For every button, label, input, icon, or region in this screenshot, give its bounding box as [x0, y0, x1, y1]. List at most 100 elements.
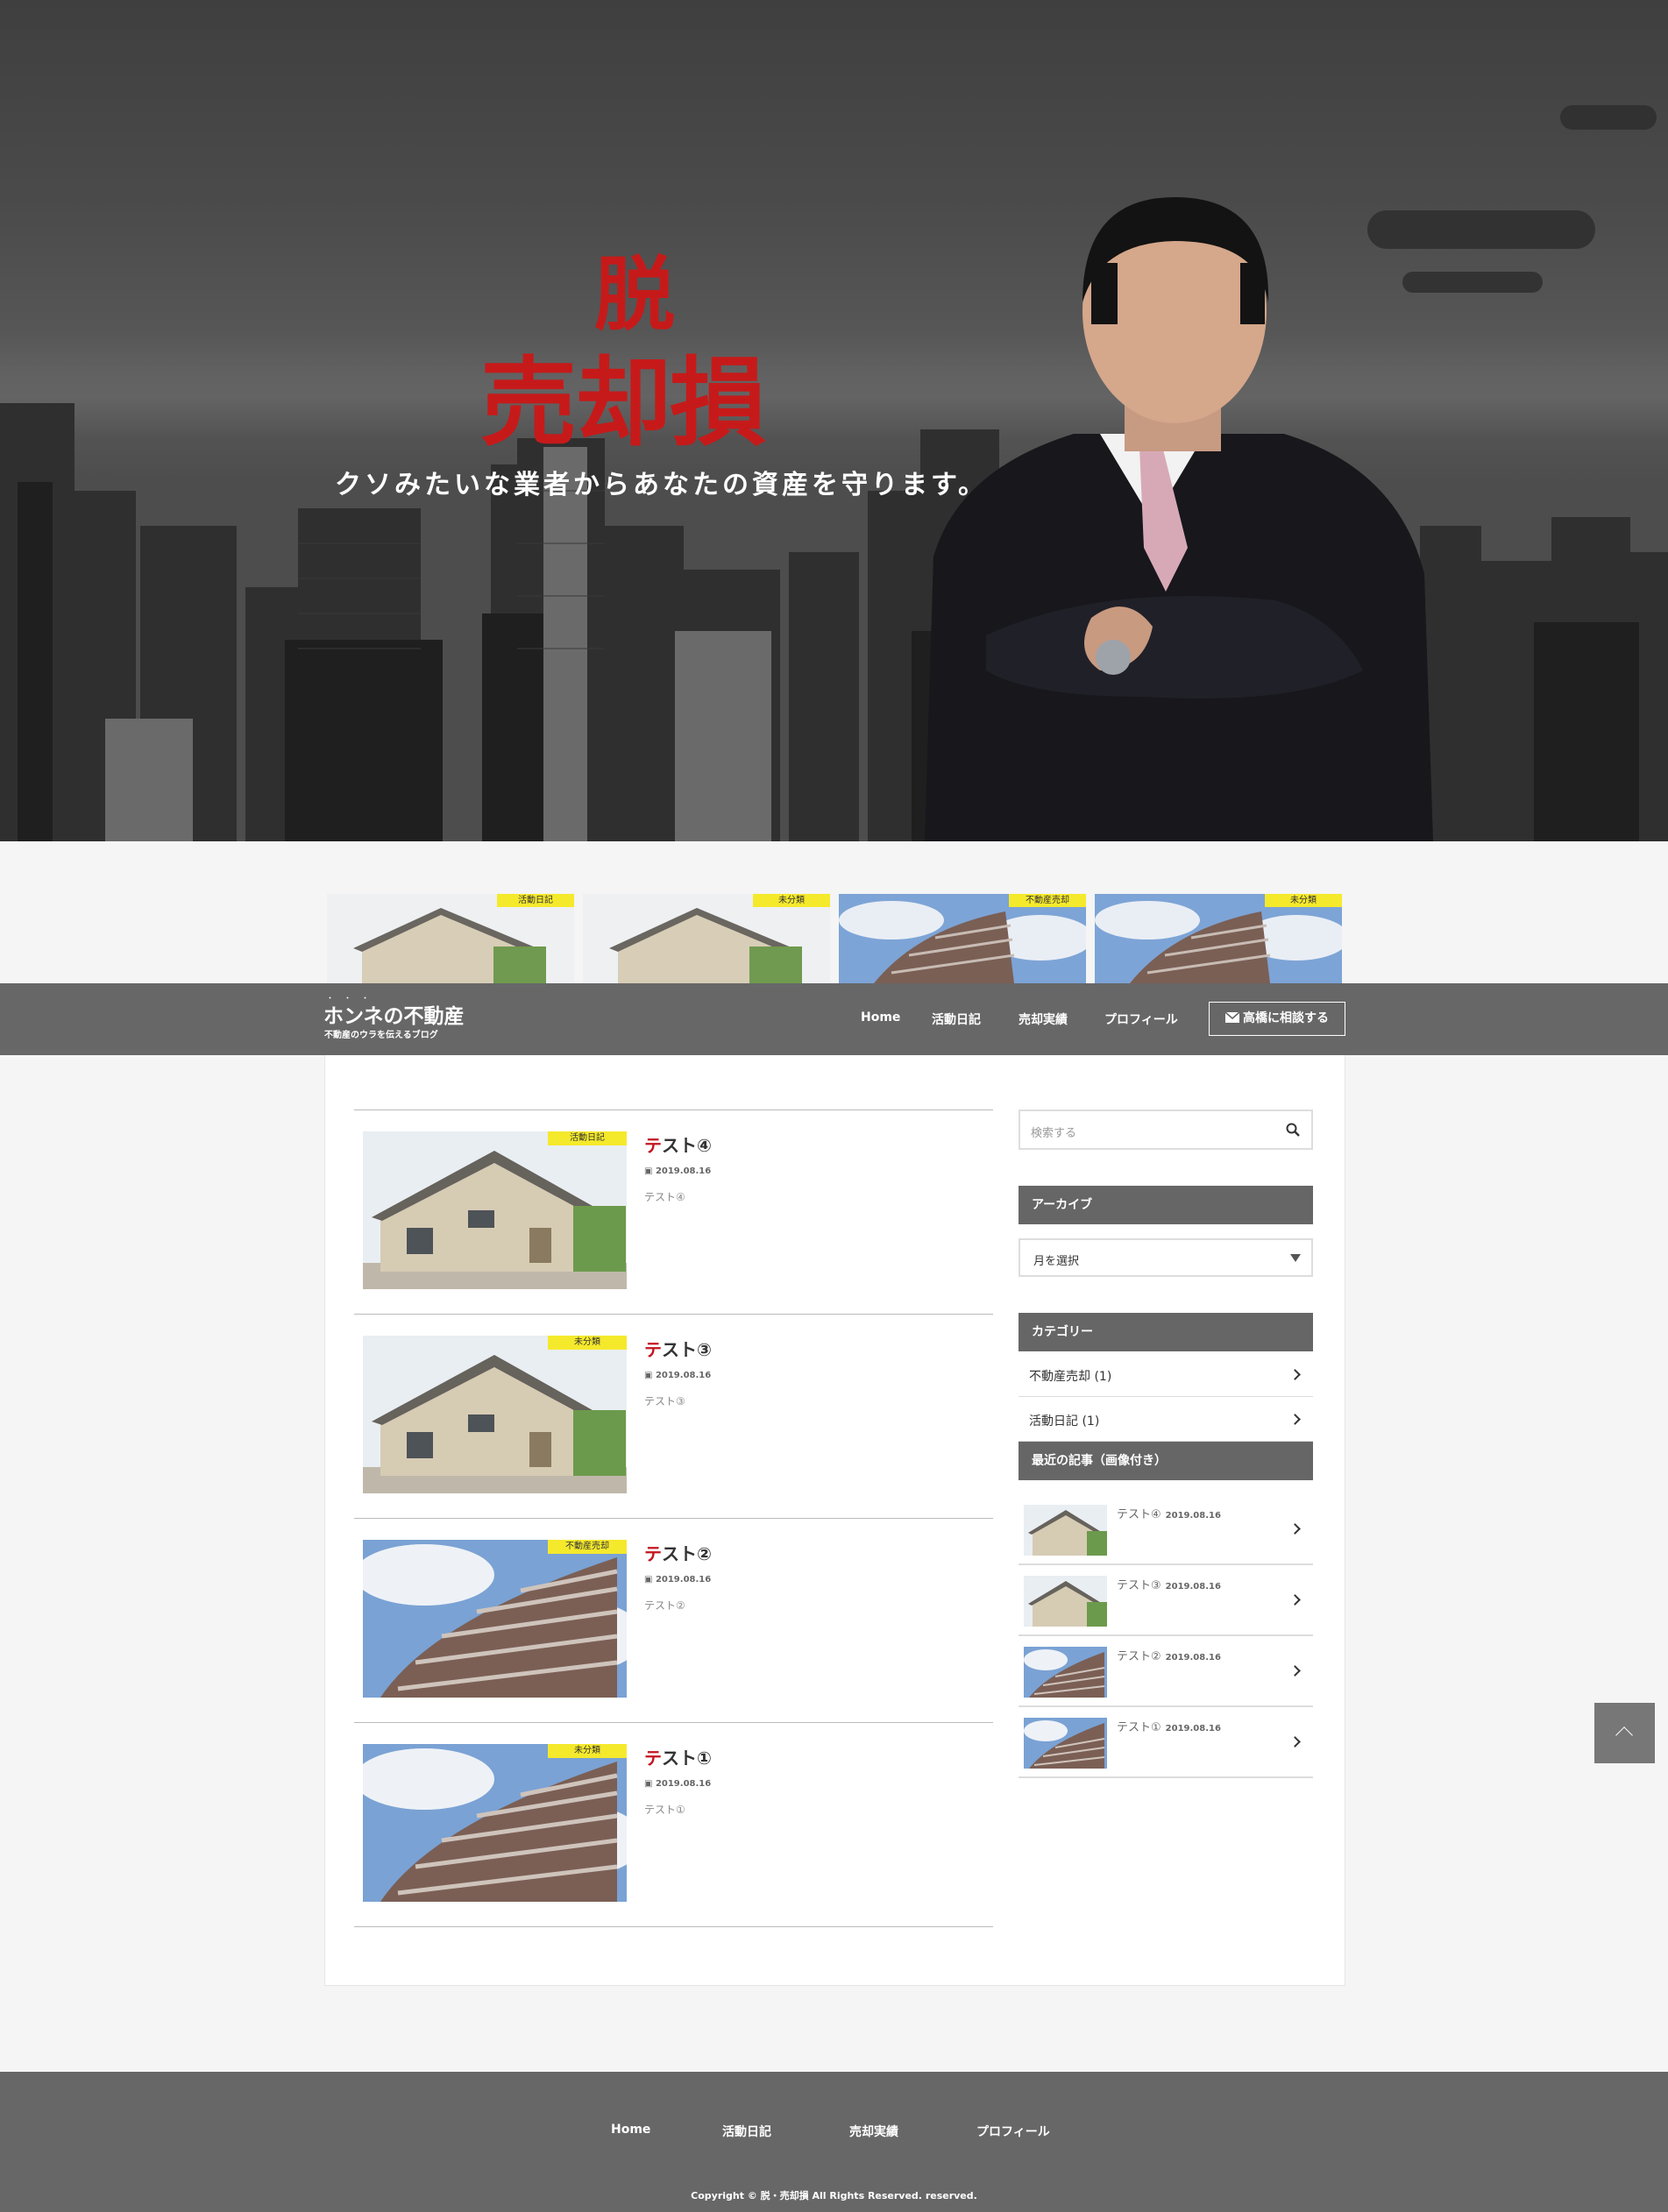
calendar-icon: ▣ — [644, 1779, 653, 1789]
post-category-tag: 活動日記 — [548, 1131, 627, 1145]
hero-tagline: クソみたいな業者からあなたの資産を守ります。 — [335, 470, 988, 500]
post-item[interactable]: 不動産売却 テスト② ▣ 2019.08.16 テスト② — [354, 1518, 993, 1723]
search-input[interactable]: 検索する — [1019, 1110, 1313, 1150]
post-thumbnail[interactable]: 活動日記 — [363, 1131, 627, 1289]
category-item[interactable]: 活動日記 (1) — [1019, 1397, 1313, 1442]
pickup-card[interactable]: 活動日記 — [327, 894, 574, 983]
house-image — [1024, 1505, 1107, 1556]
house-image — [1024, 1576, 1107, 1627]
post-date: ▣ 2019.08.16 — [644, 1575, 712, 1585]
post-excerpt: テスト② — [644, 1599, 685, 1612]
nav-profile[interactable]: プロフィール — [1104, 1010, 1178, 1028]
chevron-right-icon — [1289, 1736, 1301, 1748]
post-category-tag: 未分類 — [548, 1744, 627, 1758]
hero-heading-main: 売却損 — [480, 346, 766, 459]
pickup-card[interactable]: 不動産売却 — [839, 894, 1086, 983]
post-date: ▣ 2019.08.16 — [644, 1166, 712, 1176]
recent-post-thumbnail[interactable] — [1024, 1505, 1107, 1556]
recent-post-title[interactable]: テスト③ 2019.08.16 — [1117, 1576, 1221, 1592]
calendar-icon: ▣ — [644, 1575, 653, 1585]
tower-image — [1024, 1718, 1107, 1769]
house-image — [583, 894, 830, 983]
site-title[interactable]: ホンネの不動産 — [323, 999, 465, 1029]
footer-nav-home[interactable]: Home — [611, 2123, 650, 2137]
category-item[interactable]: 不動産売却 (1) — [1019, 1352, 1313, 1397]
recent-post-thumbnail[interactable] — [1024, 1576, 1107, 1627]
house-image — [363, 1131, 627, 1289]
recent-post-date: 2019.08.16 — [1165, 1582, 1221, 1592]
chevron-right-icon — [1289, 1523, 1301, 1535]
hero-banner: 脱 売却損 クソみたいな業者からあなたの資産を守ります。 — [0, 0, 1668, 841]
back-to-top-button[interactable] — [1594, 1703, 1655, 1763]
post-thumbnail[interactable]: 未分類 — [363, 1744, 627, 1902]
nav-activity-diary[interactable]: 活動日記 — [932, 1010, 981, 1028]
footer-nav-activity-diary[interactable]: 活動日記 — [722, 2123, 771, 2140]
tower-image — [363, 1540, 627, 1698]
hero-cloud — [1560, 105, 1657, 130]
pickup-tag: 未分類 — [1265, 894, 1342, 907]
post-category-tag: 未分類 — [548, 1336, 627, 1350]
nav-home[interactable]: Home — [861, 1010, 900, 1024]
pickup-card[interactable]: 未分類 — [583, 894, 830, 983]
recent-post-item[interactable]: テスト④ 2019.08.16 — [1019, 1494, 1313, 1565]
post-thumbnail[interactable]: 不動産売却 — [363, 1540, 627, 1698]
search-placeholder: 検索する — [1031, 1127, 1077, 1140]
post-title[interactable]: テスト④ — [644, 1131, 712, 1157]
recent-post-title[interactable]: テスト① 2019.08.16 — [1117, 1718, 1221, 1734]
post-title[interactable]: テスト③ — [644, 1336, 712, 1361]
post-category-tag: 不動産売却 — [548, 1540, 627, 1554]
site-subtitle: 不動産のウラを伝えるブログ — [324, 1031, 438, 1040]
caret-down-icon — [1290, 1254, 1301, 1262]
calendar-icon: ▣ — [644, 1166, 653, 1176]
pickup-card[interactable]: 未分類 — [1095, 894, 1342, 983]
post-item[interactable]: 未分類 テスト③ ▣ 2019.08.16 テスト③ — [354, 1314, 993, 1519]
recent-post-thumbnail[interactable] — [1024, 1718, 1107, 1769]
house-image — [327, 894, 574, 983]
consultant-portrait-image — [925, 197, 1433, 841]
pickup-tag: 未分類 — [753, 894, 830, 907]
post-title[interactable]: テスト② — [644, 1540, 712, 1565]
recent-post-title[interactable]: テスト④ 2019.08.16 — [1117, 1505, 1221, 1521]
tower-image — [839, 894, 1086, 983]
recent-post-date: 2019.08.16 — [1165, 1653, 1221, 1663]
nav-sales-record[interactable]: 売却実績 — [1019, 1010, 1068, 1028]
post-excerpt: テスト④ — [644, 1191, 685, 1203]
post-thumbnail[interactable]: 未分類 — [363, 1336, 627, 1493]
house-image — [363, 1336, 627, 1493]
recent-post-item[interactable]: テスト② 2019.08.16 — [1019, 1636, 1313, 1707]
post-date: ▣ 2019.08.16 — [644, 1371, 712, 1380]
recent-post-item[interactable]: テスト③ 2019.08.16 — [1019, 1565, 1313, 1636]
post-date: ▣ 2019.08.16 — [644, 1779, 712, 1789]
recent-post-item[interactable]: テスト① 2019.08.16 — [1019, 1707, 1313, 1778]
copyright-text: Copyright © 脱・売却損 All Rights Reserved. r… — [691, 2190, 977, 2201]
tower-image — [1024, 1647, 1107, 1698]
chevron-right-icon — [1289, 1665, 1301, 1677]
recent-post-thumbnail[interactable] — [1024, 1647, 1107, 1698]
footer-nav-profile[interactable]: プロフィール — [976, 2123, 1050, 2140]
chevron-right-icon — [1289, 1594, 1301, 1606]
tower-image — [1095, 894, 1342, 983]
recent-post-date: 2019.08.16 — [1165, 1511, 1221, 1521]
archive-month-select[interactable]: 月を選択 — [1019, 1238, 1313, 1277]
search-icon[interactable] — [1285, 1122, 1301, 1138]
post-list-divider — [354, 1926, 993, 1927]
footer-nav-sales-record[interactable]: 売却実績 — [849, 2123, 898, 2140]
calendar-icon: ▣ — [644, 1371, 653, 1380]
pickup-carousel: 活動日記 未分類 不動産売却 未分類 — [327, 894, 1344, 983]
recent-post-date: 2019.08.16 — [1165, 1724, 1221, 1733]
post-excerpt: テスト③ — [644, 1395, 685, 1407]
post-item[interactable]: 活動日記 テスト④ ▣ 2019.08.16 テスト④ — [354, 1110, 993, 1315]
archive-heading: アーカイブ — [1019, 1186, 1313, 1224]
archive-select-value: 月を選択 — [1033, 1255, 1080, 1268]
global-nav-bar — [0, 983, 1668, 1055]
recent-post-title[interactable]: テスト② 2019.08.16 — [1117, 1647, 1221, 1663]
consult-button[interactable]: 高橋に相談する — [1209, 1002, 1345, 1036]
chevron-right-icon — [1289, 1369, 1301, 1380]
pickup-tag: 活動日記 — [497, 894, 574, 907]
category-label: 不動産売却 (1) — [1029, 1370, 1112, 1384]
post-title[interactable]: テスト① — [644, 1744, 712, 1769]
mail-icon — [1224, 1011, 1240, 1023]
category-label: 活動日記 (1) — [1029, 1414, 1100, 1429]
post-item[interactable]: 未分類 テスト① ▣ 2019.08.16 テスト① — [354, 1722, 993, 1927]
recent-posts-heading: 最近の記事（画像付き） — [1019, 1442, 1313, 1480]
